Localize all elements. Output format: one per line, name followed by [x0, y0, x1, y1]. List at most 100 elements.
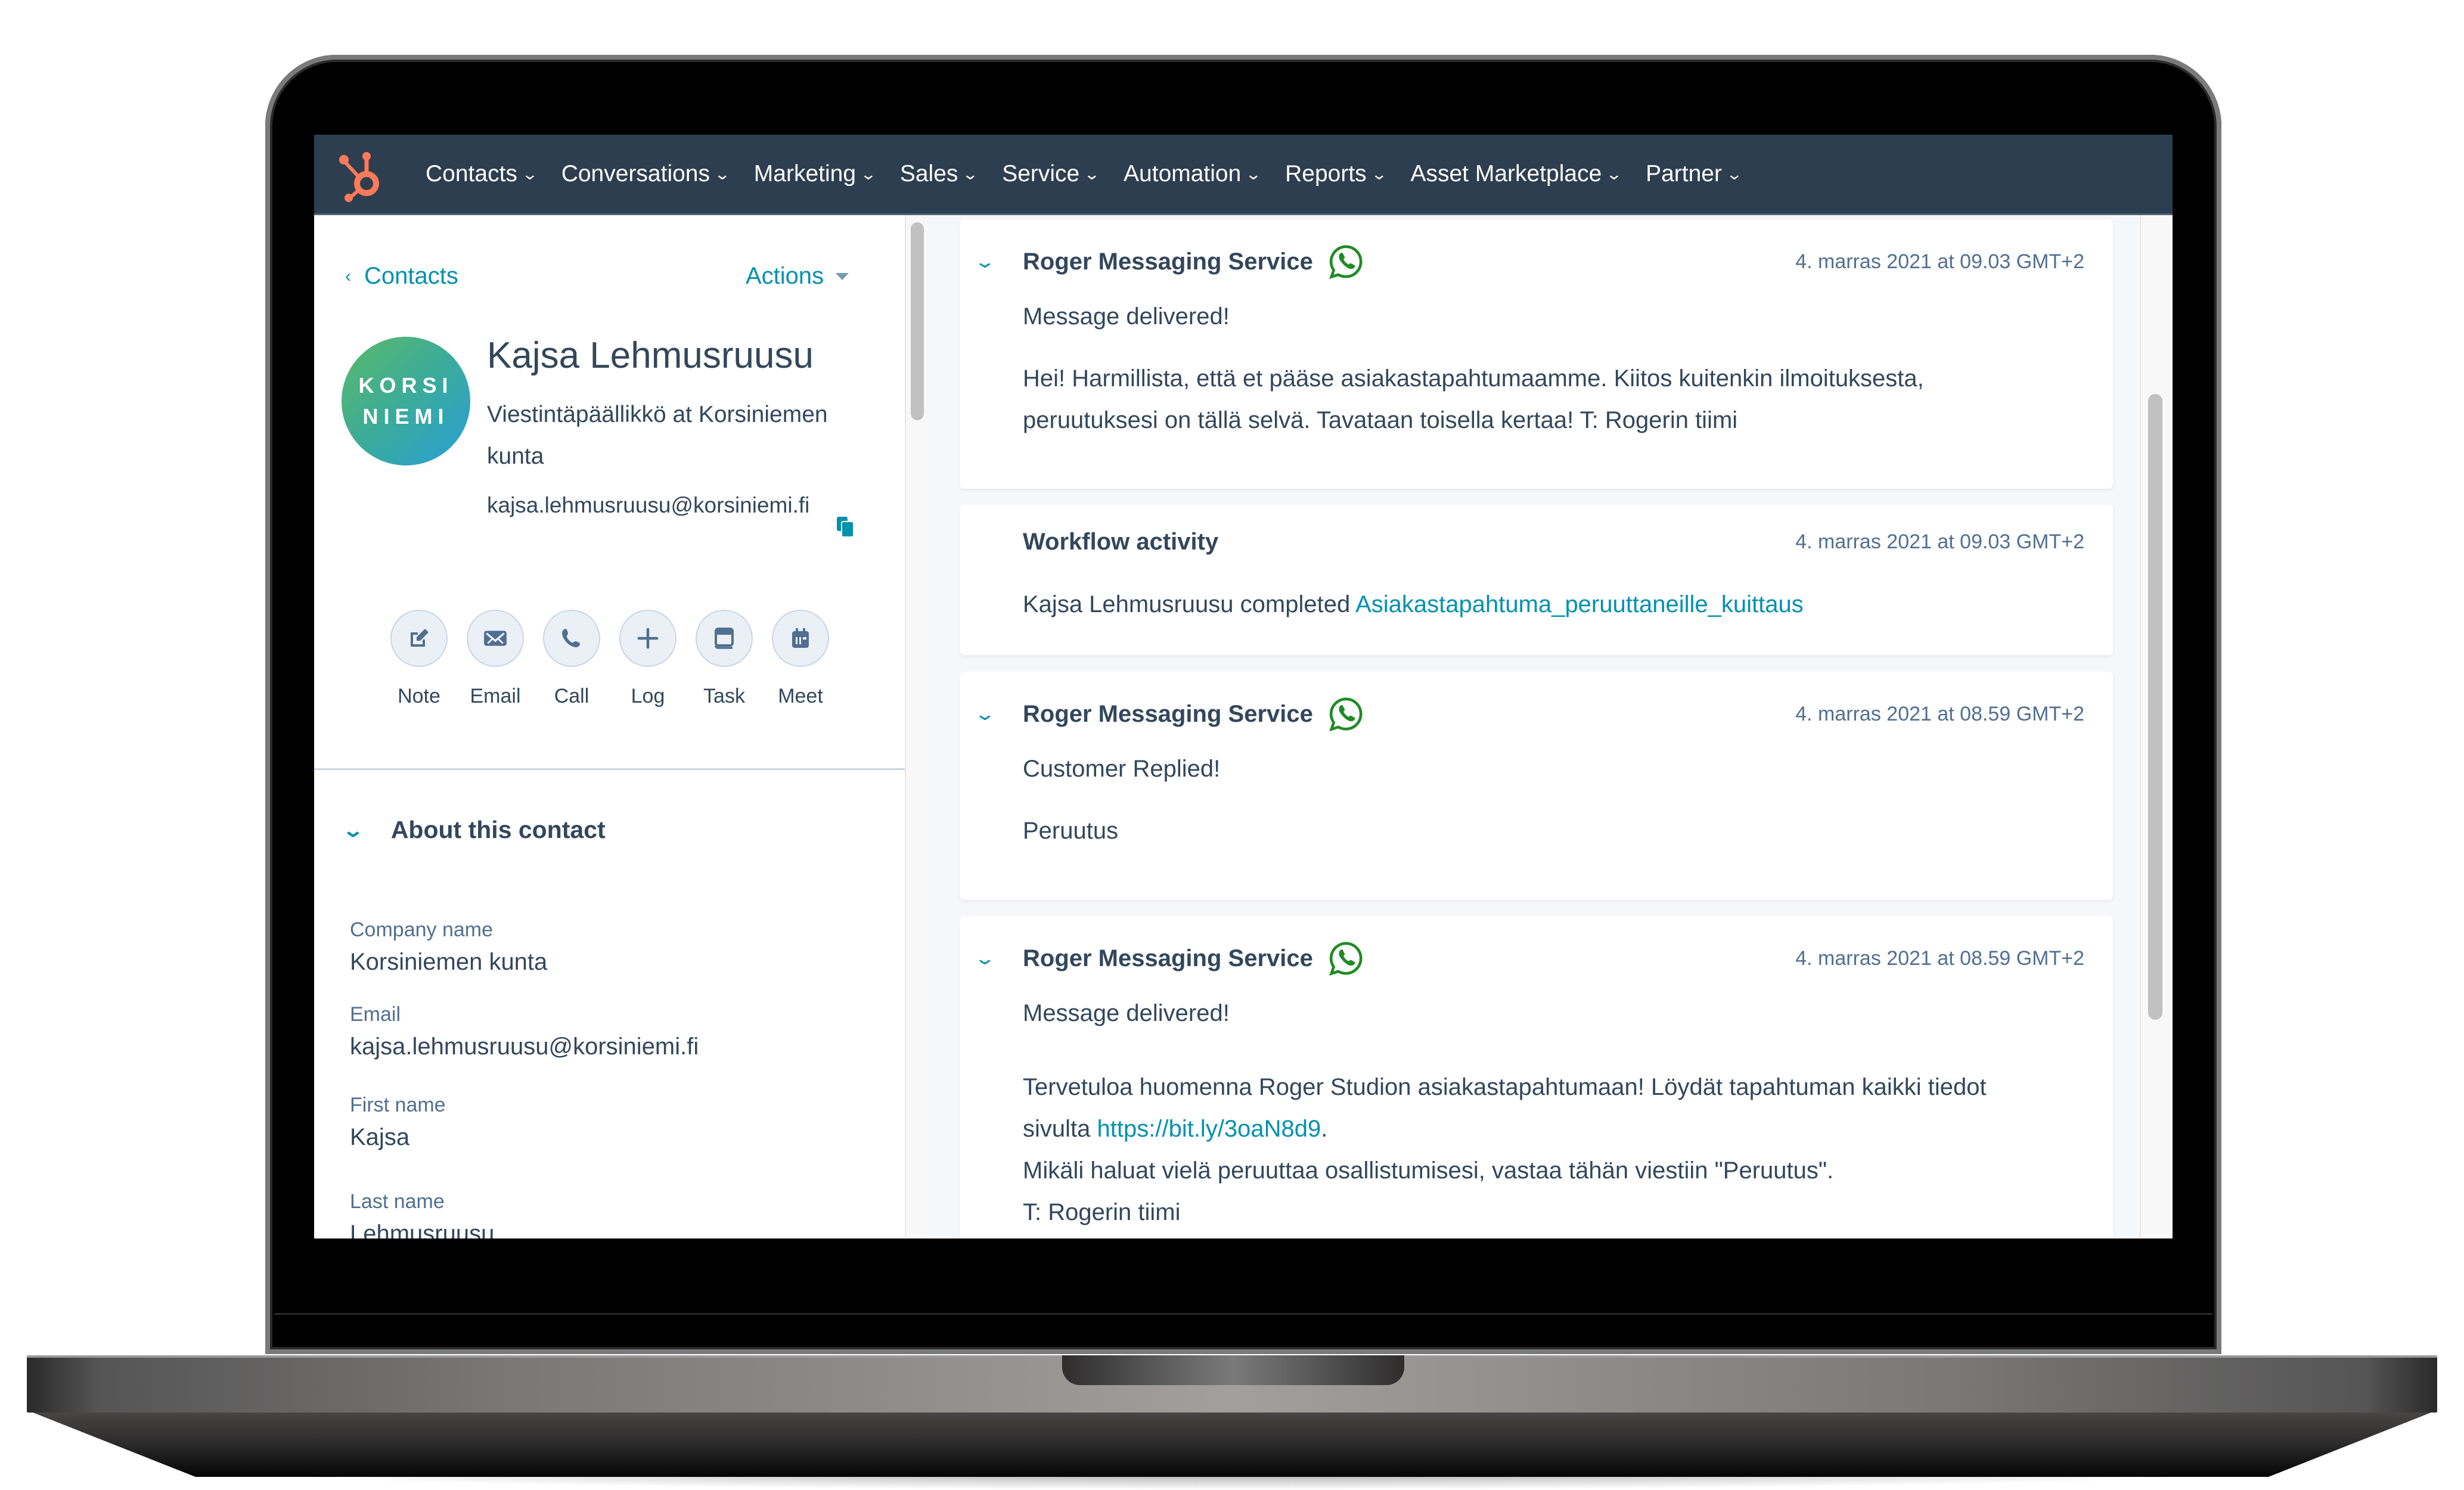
card-timestamp: 4. marras 2021 at 08.59 GMT+2	[1795, 946, 2084, 970]
actions-dropdown[interactable]: Actions	[746, 263, 849, 290]
nav-label: Partner	[1646, 161, 1722, 187]
property-label: Last name	[350, 1190, 445, 1213]
message-line: Mikäli haluat vielä peruuttaa osallistum…	[1023, 1157, 1834, 1184]
quick-actions: Note Email Call Log Task Meet	[390, 610, 848, 708]
nav-partner[interactable]: Partner ⌄	[1646, 161, 1743, 187]
nav-label: Reports	[1285, 161, 1367, 187]
card-title: Roger Messaging Service	[1023, 945, 1313, 971]
nav-contacts[interactable]: Contacts ⌄	[426, 161, 538, 187]
card-header: ⌄ Roger Messaging Service 4. marras 2021…	[974, 696, 2084, 732]
chevron-down-icon: ⌄	[1083, 164, 1101, 183]
message-text: Hei! Harmillista, että et pääse asiakast…	[1023, 365, 1924, 433]
nav-service[interactable]: Service ⌄	[1002, 161, 1101, 187]
chevron-down-icon: ⌄	[713, 164, 731, 183]
note-action-button[interactable]: Note	[390, 610, 448, 708]
note-button-circle	[390, 610, 448, 667]
copy-icon[interactable]	[837, 517, 854, 537]
message-line: Tervetuloa huomenna Roger Studion asiaka…	[1023, 1074, 1987, 1100]
task-label: Task	[703, 685, 745, 707]
nav-label: Service	[1002, 161, 1080, 187]
card-title: Roger Messaging Service	[1023, 700, 1313, 727]
message-link[interactable]: https://bit.ly/3oaN8d9	[1097, 1116, 1321, 1142]
task-button-circle	[696, 610, 753, 667]
card-status: Message delivered!	[1023, 1000, 1230, 1026]
plus-icon	[637, 628, 659, 649]
nav-reports[interactable]: Reports ⌄	[1285, 161, 1388, 187]
whatsapp-icon	[1329, 942, 1363, 976]
property-label: Email	[350, 1003, 401, 1026]
workflow-link[interactable]: Asiakastapahtuma_peruuttaneille_kuittaus	[1355, 591, 1804, 617]
chevron-down-icon[interactable]: ⌄	[974, 704, 1033, 725]
phone-icon	[562, 629, 580, 647]
nav-asset-marketplace[interactable]: Asset Marketplace ⌄	[1410, 161, 1623, 187]
card-status: Message delivered!	[1023, 303, 1230, 330]
message-text-fragment: .	[1321, 1116, 1328, 1142]
laptop-base-bottom	[27, 1410, 2437, 1477]
workflow-description: Kajsa Lehmusruusu completed	[1023, 591, 1351, 617]
about-section-title: About this contact	[390, 816, 606, 843]
chevron-down-icon: ⌄	[521, 164, 538, 183]
calendar-icon	[792, 628, 809, 648]
chevron-down-icon: ⌄	[962, 164, 979, 183]
log-button-circle	[619, 610, 676, 667]
actions-label: Actions	[746, 263, 824, 289]
nav-conversations[interactable]: Conversations ⌄	[561, 161, 731, 187]
call-action-button[interactable]: Call	[543, 610, 600, 708]
property-value: kajsa.lehmusruusu@korsiniemi.fi	[350, 1033, 699, 1060]
contact-sidebar: ‹ Contacts Actions KORSI NIEMI Kajsa Leh…	[314, 215, 905, 1238]
message-line: sivulta https://bit.ly/3oaN8d9.	[1023, 1108, 2084, 1150]
message-text-fragment: sivulta	[1023, 1116, 1091, 1142]
card-timestamp: 4. marras 2021 at 09.03 GMT+2	[1795, 530, 2084, 553]
contact-job-title: Viestintäpäällikkö at Korsiniemen kunta	[487, 402, 828, 469]
top-navigation: Contacts ⌄ Conversations ⌄ Marketing ⌄ Sale…	[314, 135, 2173, 215]
chevron-down-icon: ⌄	[1606, 164, 1623, 183]
message-text: Tervetuloa huomenna Roger Studion asiaka…	[1023, 1066, 2084, 1233]
meet-label: Meet	[778, 685, 823, 707]
card-timestamp: 4. marras 2021 at 08.59 GMT+2	[1795, 702, 2084, 725]
avatar-text-line1: KORSI	[358, 373, 454, 398]
chevron-down-icon: ⌄	[1370, 164, 1388, 183]
property-first-name[interactable]: First name Kajsa	[350, 1094, 446, 1151]
task-action-button[interactable]: Task	[696, 610, 753, 708]
property-email[interactable]: Email kajsa.lehmusruusu@korsiniemi.fi	[350, 1003, 699, 1060]
nav-menu: Contacts ⌄ Conversations ⌄ Marketing ⌄ Sale…	[426, 135, 1766, 213]
note-edit-icon	[411, 629, 429, 647]
caret-down-icon	[836, 272, 849, 280]
nav-label: Sales	[899, 161, 958, 187]
chevron-down-icon: ⌄	[859, 164, 877, 183]
card-header: ⌄ Roger Messaging Service 4. marras 2021…	[974, 940, 2084, 977]
property-value: Kajsa	[350, 1124, 410, 1150]
card-header: ⌄ Roger Messaging Service 4. marras 2021…	[974, 243, 2084, 280]
card-title: Roger Messaging Service	[1023, 248, 1313, 275]
email-icon	[484, 631, 507, 646]
about-this-contact-toggle[interactable]: ⌄ About this contact	[342, 816, 606, 844]
log-action-button[interactable]: Log	[619, 610, 676, 708]
sidebar-scrollbar[interactable]	[905, 215, 929, 1238]
email-action-button[interactable]: Email	[467, 610, 524, 708]
hubspot-sprocket-icon[interactable]	[339, 148, 387, 203]
chevron-down-icon[interactable]: ⌄	[974, 948, 1033, 969]
chevron-down-icon[interactable]: ⌄	[974, 252, 1033, 272]
timeline-scrollbar-thumb[interactable]	[2148, 394, 2162, 1020]
chevron-down-icon: ⌄	[342, 819, 365, 841]
card-header: Workflow activity 4. marras 2021 at 09.0…	[1023, 529, 2084, 555]
laptop-bezel-line	[274, 1313, 2212, 1315]
property-company-name[interactable]: Company name Korsiniemen kunta	[350, 918, 547, 976]
task-icon	[715, 628, 734, 649]
nav-automation[interactable]: Automation ⌄	[1124, 161, 1262, 187]
meet-action-button[interactable]: Meet	[772, 610, 829, 708]
app-screen: Contacts ⌄ Conversations ⌄ Marketing ⌄ Sale…	[314, 135, 2173, 1238]
avatar-text-line2: NIEMI	[362, 404, 449, 429]
sidebar-scrollbar-thumb[interactable]	[911, 222, 924, 420]
nav-label: Contacts	[426, 161, 517, 187]
property-last-name[interactable]: Last name Lehmusruusu	[350, 1190, 494, 1238]
nav-marketing[interactable]: Marketing ⌄	[754, 161, 877, 187]
nav-label: Conversations	[561, 161, 710, 187]
nav-sales[interactable]: Sales ⌄	[899, 161, 979, 187]
timeline-card: ⌄ Roger Messaging Service 4. marras 2021…	[960, 672, 2113, 900]
timeline-card: ⌄ Roger Messaging Service 4. marras 2021…	[960, 916, 2113, 1238]
back-to-contacts-link[interactable]: ‹ Contacts	[345, 263, 458, 290]
call-button-circle	[543, 610, 600, 667]
meet-button-circle	[772, 610, 829, 667]
timeline-scrollbar[interactable]	[2140, 215, 2173, 1238]
